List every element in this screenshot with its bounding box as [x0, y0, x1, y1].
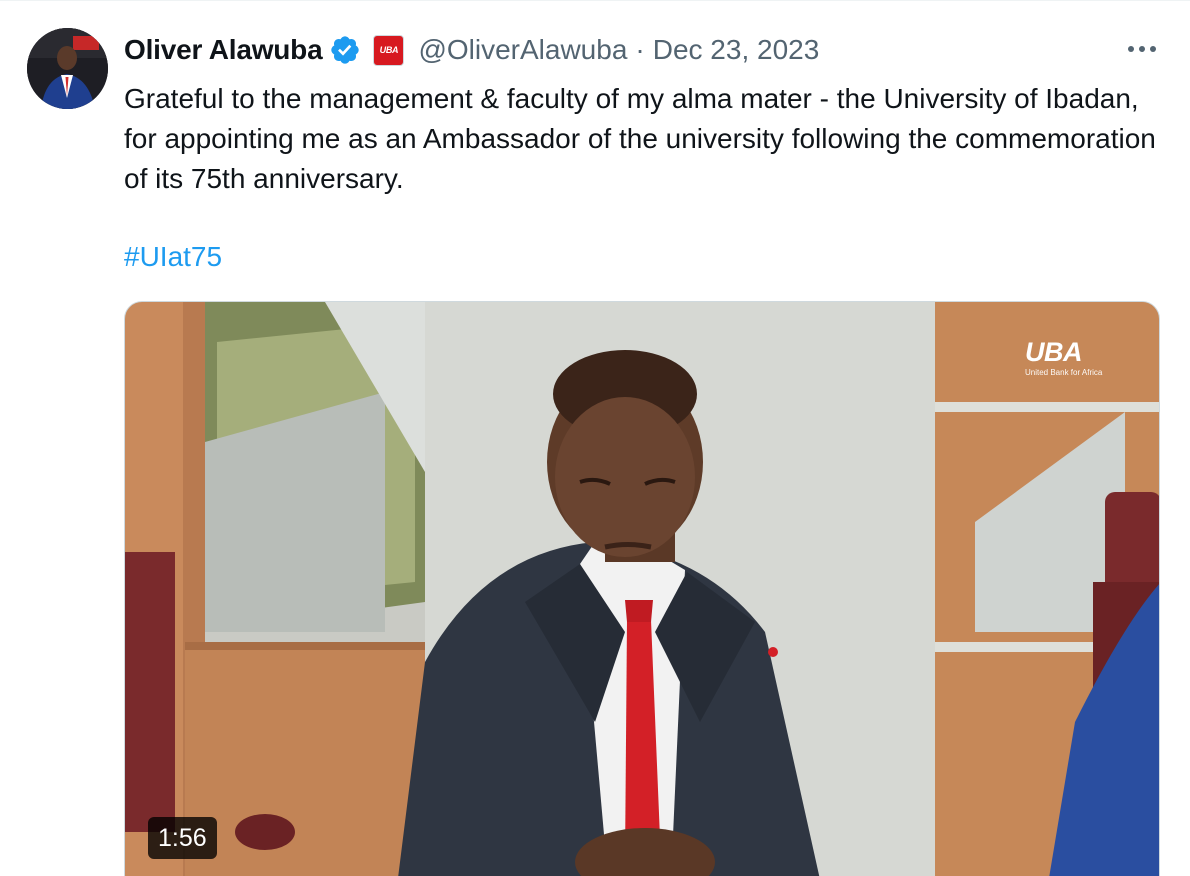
avatar-image: [27, 28, 108, 109]
tweet-text: Grateful to the management & faculty of …: [124, 83, 1156, 194]
more-horizontal-icon: [1128, 46, 1156, 52]
video-duration-badge: 1:56: [148, 817, 217, 859]
verified-badge-icon: [329, 34, 361, 66]
more-options-button[interactable]: [1122, 34, 1162, 64]
uba-watermark-subtitle: United Bank for Africa: [1025, 368, 1103, 377]
top-divider: [0, 0, 1190, 1]
affiliate-badge-label: UBA: [379, 45, 399, 55]
video-thumbnail: [125, 302, 1159, 876]
avatar[interactable]: [27, 28, 108, 109]
hashtag-link[interactable]: #UIat75: [124, 237, 222, 277]
video-player[interactable]: UBA United Bank for Africa: [124, 301, 1160, 876]
author-handle[interactable]: @OliverAlawuba: [418, 34, 627, 66]
author-name[interactable]: Oliver Alawuba: [124, 34, 323, 66]
affiliate-badge[interactable]: UBA: [373, 34, 405, 66]
uba-watermark-word: UBA: [1025, 337, 1083, 367]
uba-watermark-logo: UBA United Bank for Africa: [1025, 338, 1102, 378]
tweet-header: Oliver Alawuba UBA @OliverAlawuba · Dec …: [124, 30, 819, 70]
tweet-date[interactable]: Dec 23, 2023: [653, 34, 820, 66]
separator-dot: ·: [635, 34, 645, 65]
